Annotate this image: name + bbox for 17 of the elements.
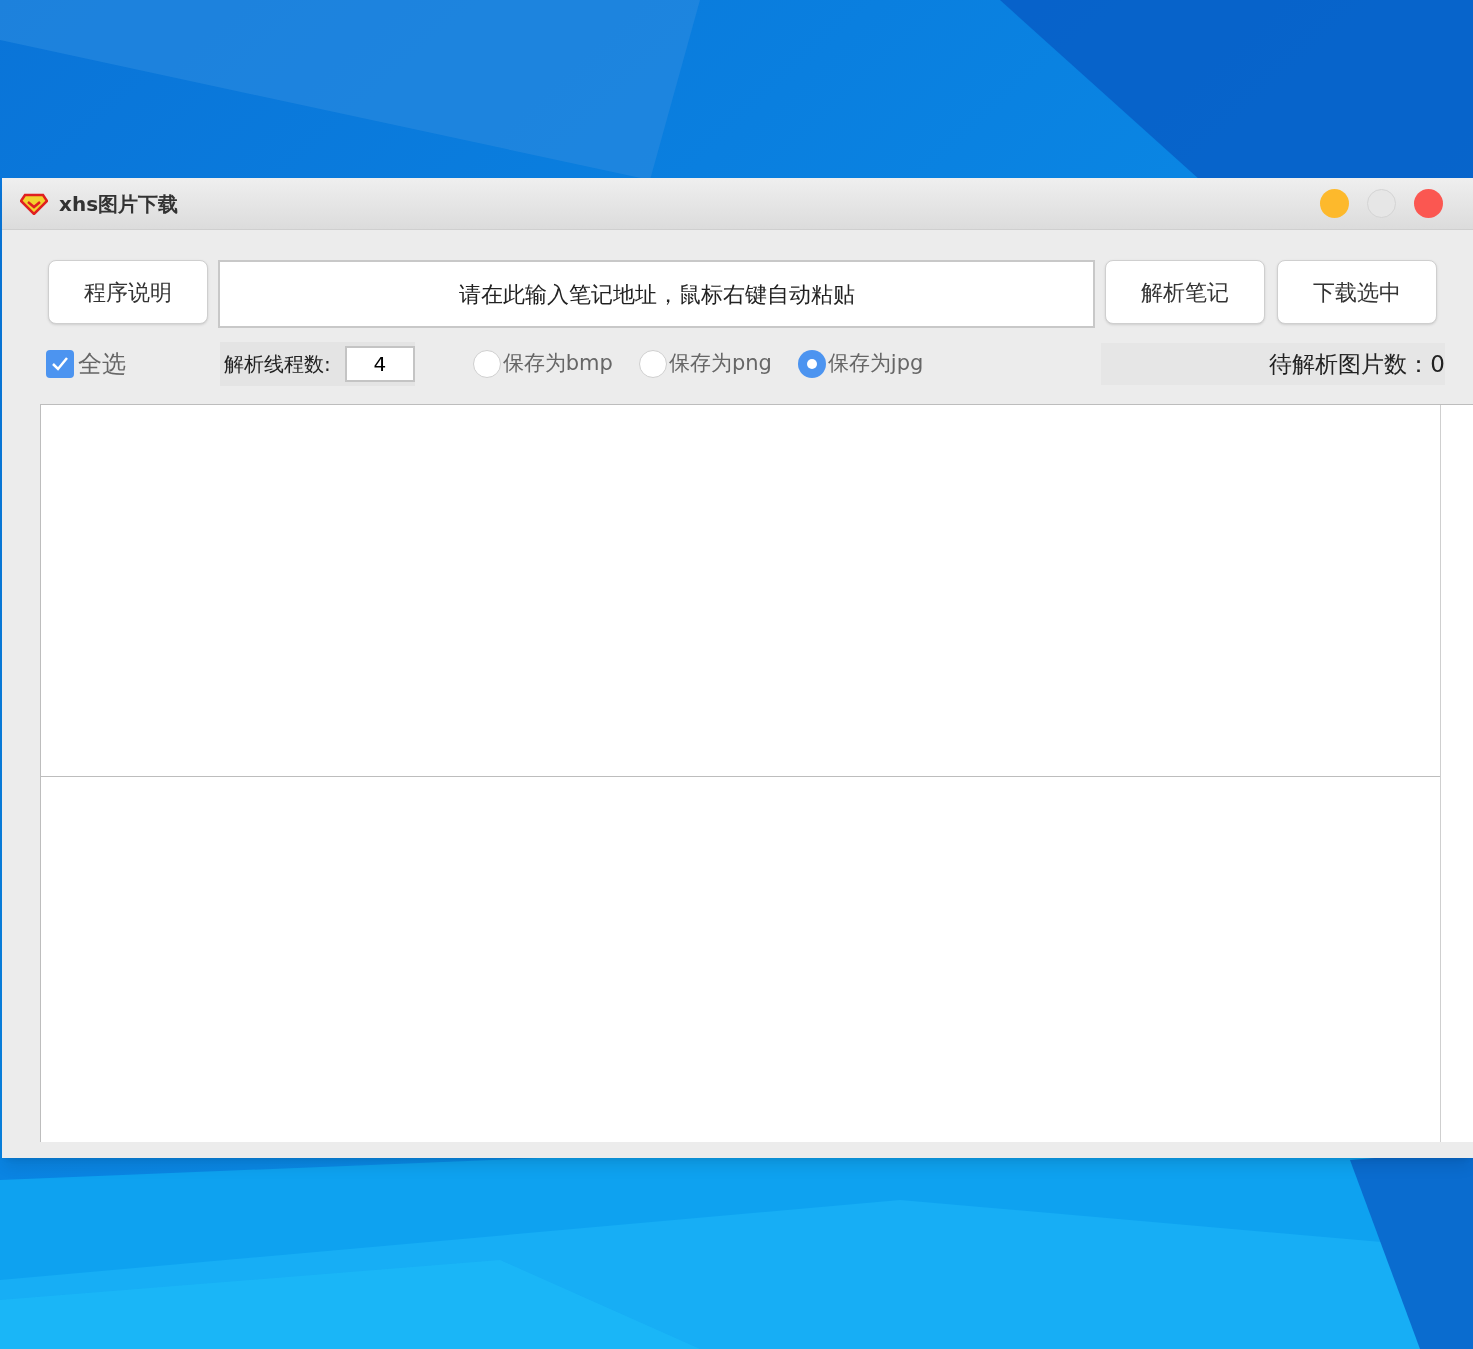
- select-all-label: 全选: [78, 349, 126, 380]
- format-radio[interactable]: 保存为bmp: [472, 348, 613, 380]
- parse-button[interactable]: 解析笔记: [1105, 260, 1266, 324]
- pending-count: 待解析图片数：0: [1101, 343, 1445, 385]
- window-title: xhs图片下载: [59, 190, 179, 218]
- url-field[interactable]: 请在此输入笔记地址，鼠标右键自动粘贴: [217, 260, 1096, 328]
- select-all-checkbox[interactable]: [46, 350, 74, 378]
- shield-icon: [20, 192, 48, 215]
- help-button[interactable]: 程序说明: [48, 260, 208, 324]
- check-icon: [51, 356, 69, 372]
- close-button[interactable]: [1414, 189, 1443, 218]
- format-radio[interactable]: 保存为jpg: [797, 348, 924, 380]
- minimize-button[interactable]: [1320, 189, 1349, 218]
- threads-label: 解析线程数:: [224, 351, 332, 378]
- download-button[interactable]: 下载选中: [1277, 260, 1437, 324]
- format-radio[interactable]: 保存为png: [638, 348, 772, 380]
- threads-field[interactable]: 4: [344, 346, 415, 382]
